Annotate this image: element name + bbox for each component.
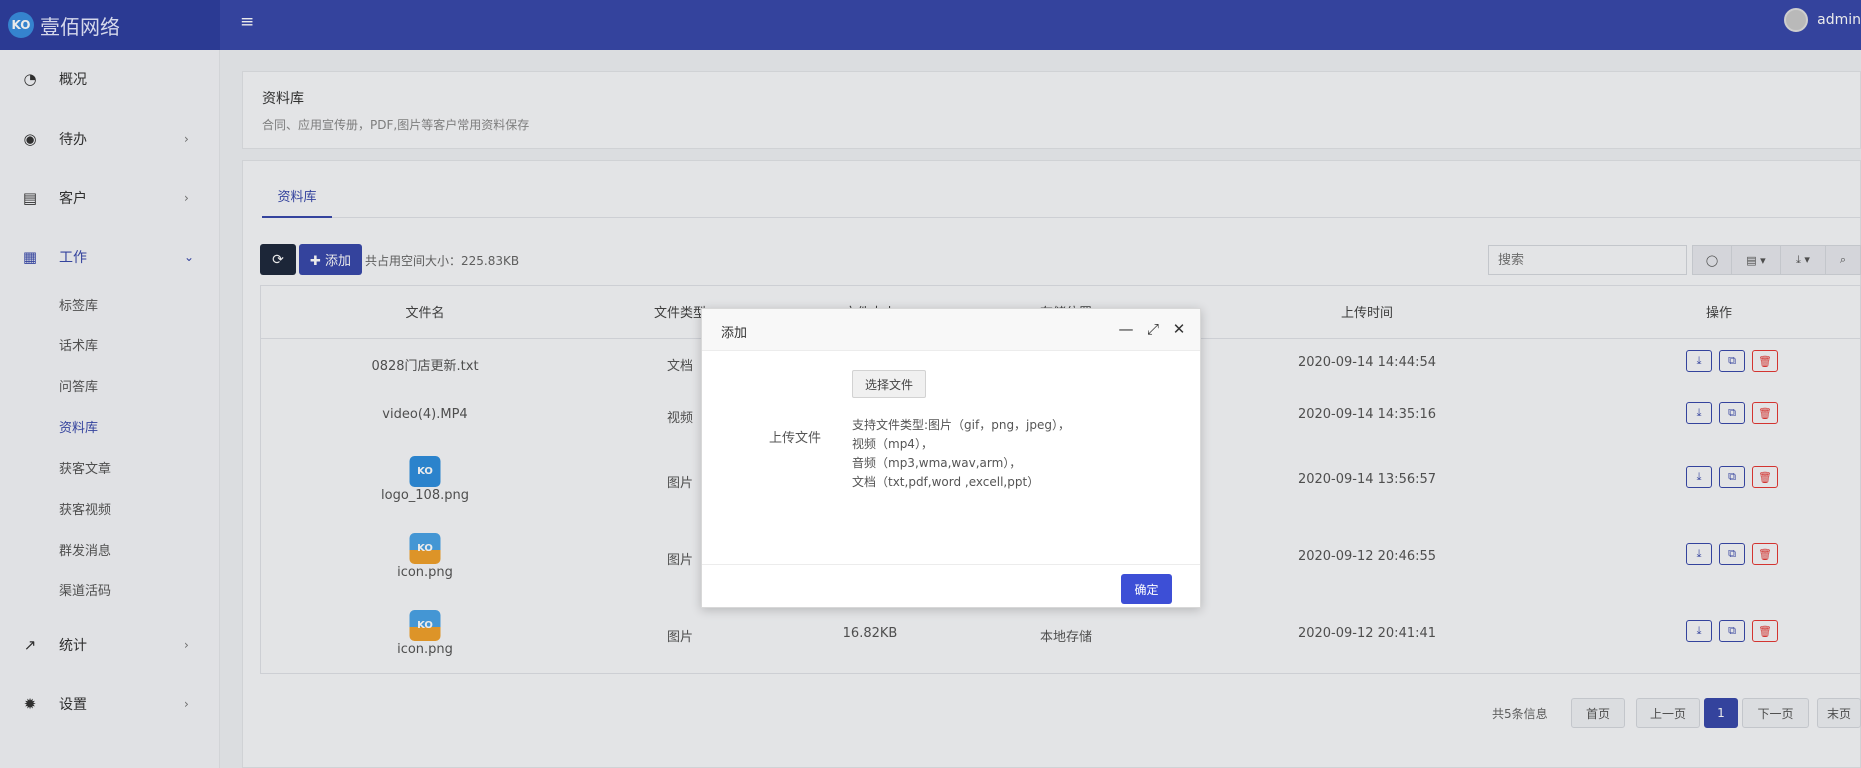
maximize-icon[interactable]: ⤢ xyxy=(1143,319,1163,339)
upload-file-label: 上传文件 xyxy=(769,431,822,446)
close-icon[interactable]: ✕ xyxy=(1169,319,1189,339)
add-file-dialog: 添加 — ⤢ ✕ 上传文件 选择文件 支持文件类型:图片（gif，png，jpe… xyxy=(701,308,1201,608)
dialog-footer-divider xyxy=(702,564,1200,565)
confirm-button[interactable]: 确定 xyxy=(1121,574,1172,604)
minimize-icon[interactable]: — xyxy=(1116,319,1136,339)
choose-file-button[interactable]: 选择文件 xyxy=(852,370,926,398)
supported-types-hint: 文档（txt,pdf,word ,excell,ppt） xyxy=(852,475,1040,489)
dialog-header[interactable]: 添加 — ⤢ ✕ xyxy=(702,309,1200,351)
supported-types-hint: 音频（mp3,wma,wav,arm）， xyxy=(852,456,1022,470)
dialog-title: 添加 xyxy=(721,326,748,341)
supported-types-hint: 支持文件类型:图片（gif，png，jpeg）， xyxy=(852,418,1071,432)
supported-types-hint: 视频（mp4）， xyxy=(852,437,933,451)
